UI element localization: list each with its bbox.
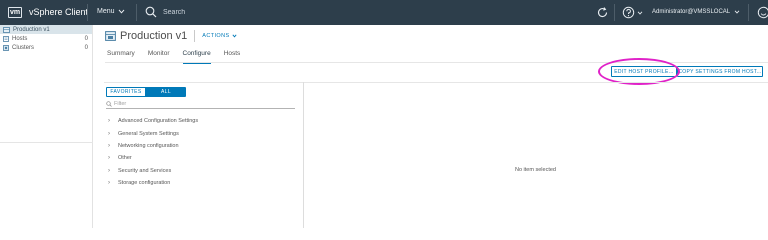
count-badge: 0 bbox=[84, 44, 88, 51]
nav-item-label: Hosts bbox=[12, 35, 28, 42]
search-icon bbox=[106, 101, 112, 107]
nav-item-hosts[interactable]: Hosts 0 bbox=[0, 34, 92, 43]
nav-item-label: Clusters bbox=[12, 44, 35, 51]
empty-state-text: No item selected bbox=[515, 167, 556, 173]
smiley-icon bbox=[757, 6, 768, 19]
refresh-icon bbox=[597, 7, 608, 18]
tree-item-label: Security and Services bbox=[118, 167, 172, 174]
nav-divider bbox=[0, 142, 93, 143]
nav-item-label: Production v1 bbox=[13, 26, 50, 33]
datacenter-icon bbox=[105, 31, 116, 41]
object-header: Production v1 ACTIONS bbox=[105, 30, 237, 42]
favorites-tab[interactable]: FAVORITES bbox=[106, 87, 146, 97]
host-icon bbox=[3, 35, 9, 42]
user-label: Administrator@VMSSLOCAL bbox=[652, 9, 731, 15]
user-menu[interactable]: Administrator@VMSSLOCAL bbox=[652, 9, 740, 15]
chevron-down-icon bbox=[231, 34, 237, 38]
help-menu[interactable] bbox=[622, 6, 643, 19]
chevron-right-icon: › bbox=[108, 180, 110, 187]
feedback-button[interactable] bbox=[757, 6, 768, 21]
topbar-divider bbox=[136, 4, 137, 21]
global-search[interactable] bbox=[145, 6, 283, 18]
tree-item-other[interactable]: › Other bbox=[108, 152, 198, 164]
page-title: Production v1 bbox=[120, 30, 188, 42]
header-divider bbox=[194, 30, 196, 42]
filter-field[interactable] bbox=[106, 100, 295, 109]
count-badge: 0 bbox=[84, 35, 88, 42]
top-bar: vm vSphere Client Menu Administrator@VMS… bbox=[0, 0, 768, 25]
chevron-right-icon: › bbox=[108, 155, 110, 162]
chevron-down-icon bbox=[637, 10, 643, 15]
search-input[interactable] bbox=[163, 6, 283, 18]
filter-input[interactable] bbox=[114, 101, 284, 107]
tree-item-label: General System Settings bbox=[118, 130, 179, 137]
chevron-right-icon: › bbox=[108, 167, 110, 174]
menu-button[interactable]: Menu bbox=[97, 8, 125, 15]
app-title[interactable]: vSphere Client bbox=[29, 7, 88, 17]
chevron-right-icon: › bbox=[108, 142, 110, 149]
nav-item-datacenter[interactable]: Production v1 bbox=[0, 25, 92, 34]
help-icon bbox=[622, 6, 635, 19]
tree-item-general-system-settings[interactable]: › General System Settings bbox=[108, 127, 198, 139]
inventory-navigator: Production v1 Hosts 0 Clusters 0 bbox=[0, 25, 93, 228]
tree-item-security-and-services[interactable]: › Security and Services bbox=[108, 165, 198, 177]
datacenter-icon bbox=[3, 26, 10, 33]
menu-label: Menu bbox=[97, 8, 115, 15]
tree-item-label: Advanced Configuration Settings bbox=[118, 118, 199, 125]
tree-item-label: Storage configuration bbox=[118, 180, 171, 187]
tree-item-label: Networking configuration bbox=[118, 142, 179, 149]
favorites-all-toggle: FAVORITES ALL bbox=[106, 87, 186, 97]
copy-settings-from-host-button[interactable]: COPY SETTINGS FROM HOST... bbox=[677, 66, 763, 77]
chevron-right-icon: › bbox=[108, 118, 110, 125]
refresh-button[interactable] bbox=[596, 6, 609, 21]
tree-item-networking-configuration[interactable]: › Networking configuration bbox=[108, 140, 198, 152]
topbar-divider bbox=[87, 4, 88, 21]
tree-item-advanced-configuration-settings[interactable]: › Advanced Configuration Settings bbox=[108, 115, 198, 127]
search-icon bbox=[145, 6, 157, 18]
chevron-right-icon: › bbox=[108, 130, 110, 137]
tree-item-label: Other bbox=[118, 155, 132, 162]
tree-item-storage-configuration[interactable]: › Storage configuration bbox=[108, 177, 198, 189]
chevron-down-icon bbox=[734, 10, 740, 14]
actions-menu[interactable]: ACTIONS bbox=[202, 33, 237, 39]
topbar-divider bbox=[614, 4, 615, 21]
settings-tree: › Advanced Configuration Settings › Gene… bbox=[108, 115, 198, 189]
nav-item-clusters[interactable]: Clusters 0 bbox=[0, 43, 92, 52]
vmware-logo: vm bbox=[8, 7, 22, 18]
topbar-divider bbox=[748, 4, 749, 21]
annotation-circle bbox=[598, 58, 680, 85]
chevron-down-icon bbox=[118, 9, 124, 14]
all-tab[interactable]: ALL bbox=[146, 87, 186, 97]
cluster-icon bbox=[3, 44, 9, 51]
actions-label: ACTIONS bbox=[202, 33, 230, 39]
